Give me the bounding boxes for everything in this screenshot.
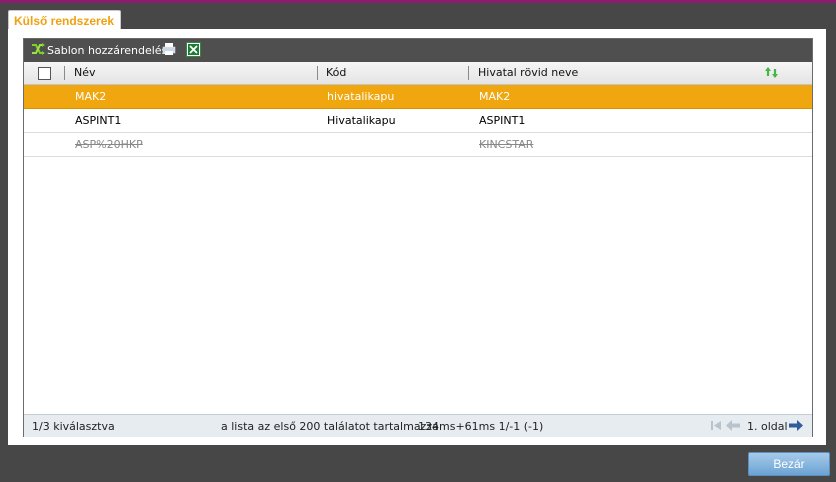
cell-nev: ASP%20HKP — [75, 138, 143, 151]
grid-footer: 1/3 kiválasztva a lista az első 200 talá… — [24, 414, 812, 437]
print-icon — [162, 42, 176, 59]
assign-template-button[interactable]: Sablon hozzárendelés — [31, 42, 167, 59]
systems-grid: Sablon hozzárendelés Név Kód Hivatal röv… — [23, 38, 813, 437]
first-page-icon[interactable] — [711, 420, 722, 434]
list-info: a lista az első 200 találatot tartalmazz… — [221, 420, 439, 433]
next-page-icon[interactable] — [789, 420, 803, 434]
column-header-kod[interactable]: Kód — [326, 66, 346, 79]
excel-export-button[interactable] — [186, 41, 201, 60]
excel-icon — [186, 41, 201, 60]
cell-kod: hivatalikapu — [327, 90, 395, 103]
column-header-nev[interactable]: Név — [74, 66, 96, 79]
column-separator — [468, 66, 469, 80]
close-button[interactable]: Bezár — [748, 452, 830, 476]
tab-title: Külső rendszerek — [14, 14, 115, 28]
selection-count: 1/3 kiválasztva — [32, 420, 115, 433]
prev-page-icon[interactable] — [726, 420, 740, 434]
timing-info: 134ms+61ms 1/-1 (-1) — [418, 420, 544, 433]
column-separator — [64, 66, 65, 80]
cell-nev: ASPINT1 — [75, 114, 122, 127]
table-row[interactable]: ASPINT1 Hivatalikapu ASPINT1 — [24, 109, 812, 133]
grid-toolbar: Sablon hozzárendelés — [24, 39, 812, 62]
assign-template-label: Sablon hozzárendelés — [47, 44, 168, 57]
grid-header: Név Kód Hivatal rövid neve — [24, 62, 812, 85]
cell-hivatal: ASPINT1 — [479, 114, 526, 127]
table-row[interactable]: MAK2 hivatalikapu MAK2 — [24, 85, 812, 109]
cell-hivatal: MAK2 — [479, 90, 511, 103]
cell-kod: Hivatalikapu — [327, 114, 396, 127]
print-button[interactable] — [162, 42, 176, 59]
refresh-icon[interactable] — [764, 65, 779, 83]
select-all-checkbox[interactable] — [38, 67, 51, 80]
column-header-hivatal[interactable]: Hivatal rövid neve — [478, 66, 578, 79]
top-accent-line — [0, 0, 836, 3]
shuffle-icon — [31, 42, 45, 59]
main-panel: Sablon hozzárendelés Név Kód Hivatal röv… — [8, 29, 826, 445]
cell-hivatal: KINCSTAR — [479, 138, 534, 151]
tab-kulso-rendszerek[interactable]: Külső rendszerek — [8, 10, 121, 30]
column-separator — [317, 66, 318, 80]
page-indicator: 1. oldal — [747, 420, 788, 433]
table-row[interactable]: ASP%20HKP KINCSTAR — [24, 133, 812, 157]
cell-nev: MAK2 — [75, 90, 107, 103]
